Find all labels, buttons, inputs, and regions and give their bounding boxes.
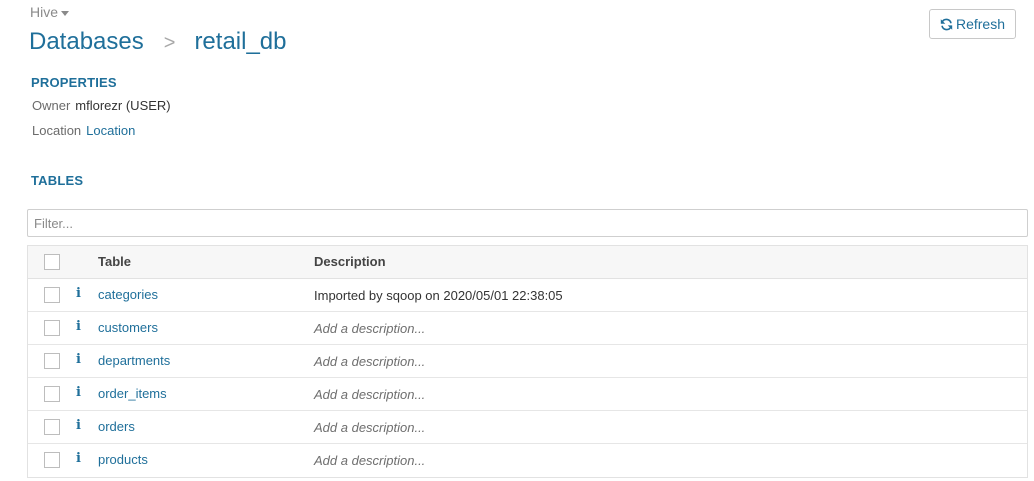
refresh-icon: [940, 18, 953, 30]
info-icon[interactable]: i: [76, 418, 81, 433]
row-checkbox[interactable]: [44, 287, 60, 303]
info-icon[interactable]: i: [76, 286, 81, 301]
select-all-checkbox[interactable]: [44, 254, 60, 270]
location-key: Location: [32, 123, 82, 138]
location-link[interactable]: Location: [86, 123, 135, 138]
table-description[interactable]: Add a description...: [314, 453, 425, 468]
breadcrumb: Databases > retail_db: [29, 28, 287, 56]
breadcrumb-current-database[interactable]: retail_db: [194, 28, 286, 55]
engine-selector[interactable]: Hive: [30, 4, 70, 20]
table-row: i customers Add a description...: [28, 312, 1027, 345]
table-header: Table Description: [28, 246, 1027, 279]
refresh-label: Refresh: [955, 16, 1006, 32]
properties-title: PROPERTIES: [31, 75, 117, 90]
table-name-link[interactable]: categories: [98, 287, 158, 302]
column-header-table[interactable]: Table: [98, 254, 131, 269]
info-icon[interactable]: i: [76, 451, 81, 466]
table-name-link[interactable]: order_items: [98, 386, 167, 401]
row-checkbox[interactable]: [44, 320, 60, 336]
table-row: i products Add a description...: [28, 444, 1027, 477]
row-checkbox[interactable]: [44, 353, 60, 369]
tables-table: Table Description i categories Imported …: [27, 245, 1028, 478]
caret-down-icon: [61, 10, 70, 16]
table-description[interactable]: Add a description...: [314, 387, 425, 402]
row-checkbox[interactable]: [44, 386, 60, 402]
table-description[interactable]: Add a description...: [314, 420, 425, 435]
table-description[interactable]: Add a description...: [314, 354, 425, 369]
column-header-description[interactable]: Description: [314, 254, 386, 269]
info-icon[interactable]: i: [76, 352, 81, 367]
filter-input[interactable]: [27, 209, 1028, 237]
table-description[interactable]: Add a description...: [314, 321, 425, 336]
breadcrumb-databases[interactable]: Databases: [29, 28, 144, 55]
table-name-link[interactable]: products: [98, 452, 148, 467]
table-description[interactable]: Imported by sqoop on 2020/05/01 22:38:05: [314, 288, 563, 303]
info-icon[interactable]: i: [76, 385, 81, 400]
row-checkbox[interactable]: [44, 452, 60, 468]
table-row: i order_items Add a description...: [28, 378, 1027, 411]
breadcrumb-separator: >: [163, 32, 176, 54]
engine-label: Hive: [30, 4, 59, 20]
owner-value: mflorezr (USER): [75, 98, 171, 113]
row-checkbox[interactable]: [44, 419, 60, 435]
info-icon[interactable]: i: [76, 319, 81, 334]
refresh-button[interactable]: Refresh: [929, 9, 1016, 39]
owner-row: Owner mflorezr (USER): [32, 98, 171, 113]
table-row: i departments Add a description...: [28, 345, 1027, 378]
table-name-link[interactable]: departments: [98, 353, 170, 368]
tables-title: TABLES: [31, 173, 84, 188]
table-name-link[interactable]: customers: [98, 320, 158, 335]
table-name-link[interactable]: orders: [98, 419, 135, 434]
table-row: i orders Add a description...: [28, 411, 1027, 444]
table-row: i categories Imported by sqoop on 2020/0…: [28, 279, 1027, 312]
location-row: Location Location: [32, 123, 135, 138]
owner-key: Owner: [32, 98, 71, 113]
